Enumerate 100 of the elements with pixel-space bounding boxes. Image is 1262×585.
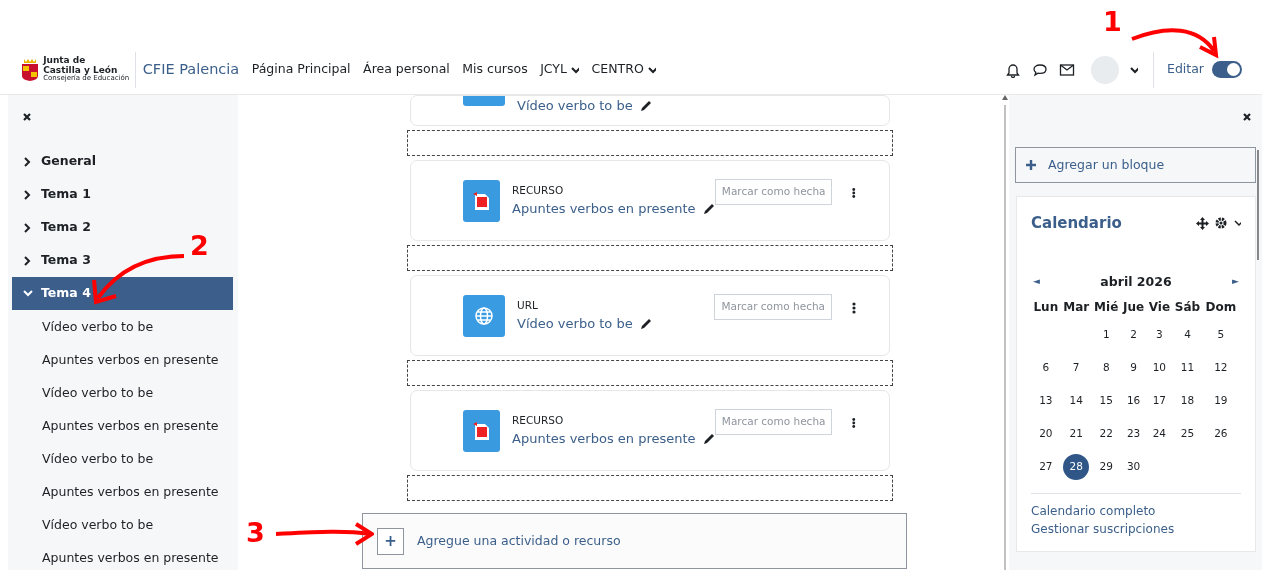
calendar-day[interactable]: 7	[1072, 360, 1080, 373]
weekday-header: Lun	[1032, 299, 1060, 317]
next-month-button[interactable]: ►	[1232, 275, 1239, 289]
nav-link[interactable]: JCYL	[540, 60, 580, 79]
crest-icon	[20, 57, 40, 82]
calendar-day[interactable]: 11	[1180, 360, 1195, 373]
add-block-button[interactable]: Agregar un bloque	[1015, 147, 1256, 183]
calendar-day[interactable]: 24	[1152, 426, 1167, 439]
calendar-day[interactable]: 2	[1130, 327, 1137, 340]
calendar-link[interactable]: Calendario completo	[1031, 502, 1241, 521]
calendar-day[interactable]: 25	[1180, 426, 1195, 439]
settings-icon[interactable]	[1214, 217, 1227, 230]
site-name[interactable]: CFIE Palencia	[142, 58, 240, 81]
edit-mode-toggle[interactable]	[1212, 61, 1242, 78]
calendar-day[interactable]: 22	[1099, 426, 1113, 439]
course-index-item[interactable]: General	[12, 145, 96, 178]
activity-type: URL	[517, 297, 539, 313]
pencil-icon[interactable]	[701, 431, 715, 445]
caret-icon	[570, 64, 580, 75]
course-index-subitem[interactable]: Apuntes verbos en presente	[12, 475, 233, 508]
block-title: Calendario	[1031, 213, 1122, 234]
expand-icon	[22, 222, 33, 233]
add-activity-label: Agregue una actividad o recurso	[417, 531, 621, 550]
globe-icon	[474, 305, 494, 326]
caret-icon[interactable]	[1233, 218, 1241, 229]
kebab-menu-icon[interactable]	[852, 417, 856, 429]
add-activity-button[interactable]: + Agregue una actividad o recurso	[362, 513, 907, 569]
nav-link[interactable]: Página Principal	[251, 60, 351, 79]
nav-link[interactable]: Mis cursos	[462, 60, 528, 79]
calendar-day[interactable]: 8	[1102, 360, 1110, 373]
caret-icon	[646, 64, 656, 75]
calendar-day[interactable]: 28	[1063, 453, 1090, 480]
course-index-subitem[interactable]: Vídeo verbo to be	[12, 310, 233, 343]
calendar-day[interactable]: 9	[1130, 360, 1137, 373]
calendar-day[interactable]: 19	[1214, 393, 1228, 406]
kebab-menu-icon[interactable]	[852, 187, 856, 199]
scrollbar[interactable]	[1002, 95, 1008, 570]
calendar-day[interactable]: 1	[1102, 327, 1110, 340]
weekday-header: Dom	[1204, 299, 1238, 317]
calendar-day[interactable]: 6	[1042, 360, 1050, 373]
calendar-day[interactable]: 26	[1214, 426, 1228, 439]
course-index-item[interactable]: Tema 3	[12, 244, 91, 277]
course-index-subitem[interactable]: Vídeo verbo to be	[12, 442, 233, 475]
nav-link[interactable]: CENTRO	[591, 60, 656, 79]
weekday-header: Jue	[1121, 299, 1146, 317]
calendar-link[interactable]: Gestionar suscripciones	[1031, 520, 1241, 539]
calendar-day[interactable]: 18	[1180, 393, 1195, 406]
expand-icon	[22, 255, 33, 266]
chat-icon[interactable]	[1032, 61, 1048, 78]
course-index-subitem[interactable]: Vídeo verbo to be	[12, 508, 233, 541]
activity-link[interactable]: Apuntes verbos en presente	[512, 428, 696, 449]
annotation-number: 2	[190, 232, 209, 259]
collapse-icon	[22, 288, 33, 299]
calendar-day[interactable]: 10	[1152, 360, 1167, 373]
scrollbar[interactable]	[1256, 150, 1260, 260]
pencil-icon[interactable]	[701, 201, 715, 215]
course-index-item[interactable]: Tema 1	[12, 178, 91, 211]
calendar-day[interactable]: 27	[1039, 459, 1053, 472]
activity-type: RECURSO	[512, 182, 565, 198]
calendar-day[interactable]: 3	[1156, 327, 1163, 340]
course-index-subitem[interactable]: Apuntes verbos en presente	[12, 343, 233, 376]
close-icon[interactable]	[1242, 112, 1252, 122]
calendar-day[interactable]: 21	[1069, 426, 1083, 439]
previous-month-button[interactable]: ◄	[1033, 275, 1040, 289]
caret-icon[interactable]	[1129, 64, 1138, 75]
move-icon[interactable]	[1195, 216, 1209, 230]
activity-link[interactable]: Apuntes verbos en presente	[512, 198, 696, 219]
plus-icon	[1026, 160, 1036, 170]
calendar-day[interactable]: 16	[1126, 393, 1141, 406]
calendar-day[interactable]: 29	[1099, 459, 1113, 472]
activity-link[interactable]: Vídeo verbo to be	[517, 313, 633, 334]
bell-icon[interactable]	[1005, 61, 1021, 78]
pencil-icon[interactable]	[638, 316, 652, 330]
calendar-day[interactable]: 5	[1217, 327, 1225, 340]
course-index-item[interactable]: Tema 4	[12, 277, 233, 310]
course-index-subitem[interactable]: Vídeo verbo to be	[12, 376, 233, 409]
mail-icon[interactable]	[1059, 61, 1075, 78]
month-title: abril 2026	[1099, 272, 1173, 291]
kebab-menu-icon[interactable]	[852, 302, 856, 314]
expand-icon	[22, 156, 33, 167]
course-index-item[interactable]: Tema 2	[12, 211, 91, 244]
pencil-icon[interactable]	[638, 99, 652, 113]
weekday-header: Sáb	[1173, 299, 1202, 317]
calendar-day[interactable]: 12	[1214, 360, 1228, 373]
course-index-subitem[interactable]: Apuntes verbos en presente	[12, 409, 233, 442]
calendar-day[interactable]: 15	[1099, 393, 1113, 406]
calendar-day[interactable]: 30	[1126, 459, 1141, 472]
add-icon: +	[377, 527, 404, 555]
calendar-day[interactable]: 4	[1184, 327, 1191, 340]
calendar-day[interactable]: 20	[1039, 426, 1053, 439]
activity-link[interactable]: Vídeo verbo to be	[517, 96, 633, 116]
calendar-day[interactable]: 23	[1126, 426, 1141, 439]
calendar-day[interactable]: 17	[1152, 393, 1167, 406]
nav-link[interactable]: Área personal	[363, 60, 450, 79]
course-index-subitem[interactable]: Apuntes verbos en presente	[12, 541, 233, 570]
calendar-day[interactable]: 13	[1039, 393, 1053, 406]
calendar-day[interactable]: 14	[1069, 393, 1083, 406]
logo-text: Castilla y León	[43, 65, 118, 75]
activity-type: RECURSO	[512, 412, 565, 428]
close-icon[interactable]	[22, 112, 32, 122]
